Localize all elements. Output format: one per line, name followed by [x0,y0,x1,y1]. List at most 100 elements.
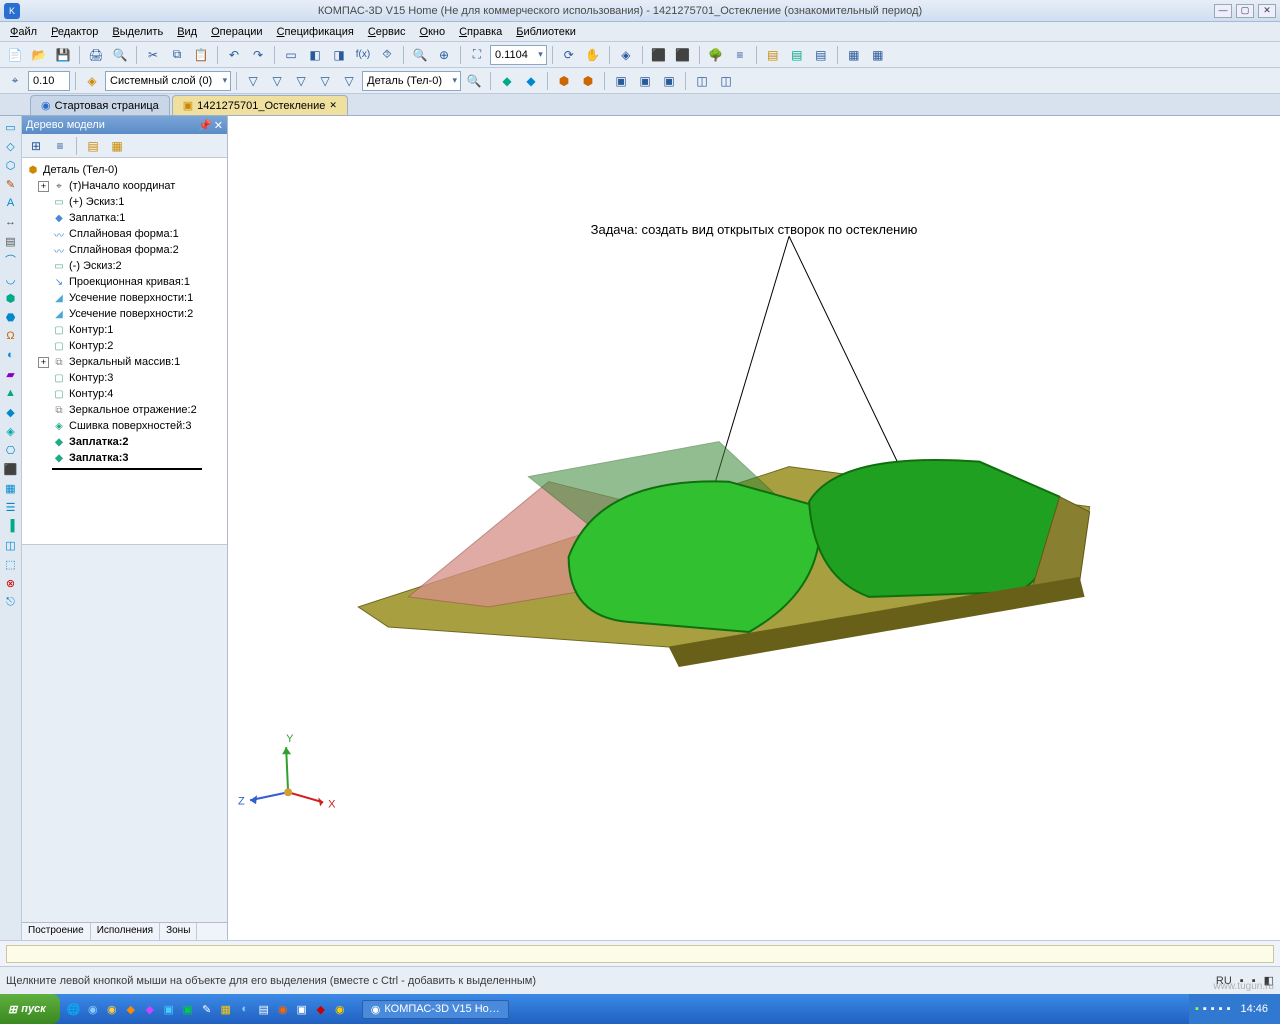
layer-combo[interactable]: Системный слой (0) [105,71,231,91]
ext5-icon[interactable]: ◫ [715,70,737,92]
menu-operations[interactable]: Операции [205,24,268,40]
filter3-icon[interactable]: ▽ [290,70,312,92]
box2-icon[interactable]: ⬛ [672,44,694,66]
menu-spec[interactable]: Спецификация [271,24,360,40]
vtool-12-icon[interactable]: Ω [2,327,20,345]
ql-15-icon[interactable]: ◉ [332,1001,348,1017]
vtool-21-icon[interactable]: ☰ [2,498,20,516]
tree-item[interactable]: ◈Сшивка поверхностей:3 [24,418,225,434]
orient-icon[interactable]: ◈ [615,44,637,66]
model-tree[interactable]: ⬢ Деталь (Тел-0) +⌖(т)Начало координат▭(… [22,158,227,544]
vtool-6-icon[interactable]: ↔ [2,213,20,231]
menu-libraries[interactable]: Библиотеки [510,24,582,40]
search-icon[interactable]: 🔍 [463,70,485,92]
vtool-18-icon[interactable]: ⎔ [2,441,20,459]
part-combo[interactable]: Деталь (Тел-0) [362,71,461,91]
expand-icon[interactable]: + [38,357,49,368]
tree-tool1-icon[interactable]: ⊞ [25,135,47,157]
ql-7-icon[interactable]: ▣ [180,1001,196,1017]
tray-3-icon[interactable]: ▪ [1211,1003,1215,1015]
tree-item[interactable]: 〰Сплайновая форма:2 [24,242,225,258]
ql-9-icon[interactable]: ▦ [218,1001,234,1017]
close-panel-icon[interactable]: ✕ [214,119,223,132]
vtool-22-icon[interactable]: ▐ [2,517,20,535]
anchor-icon[interactable]: ⌖ [4,70,26,92]
open-icon[interactable]: 📂 [28,44,50,66]
tab-start-page[interactable]: ◉ Стартовая страница [30,95,170,115]
clock[interactable]: 14:46 [1234,1003,1274,1015]
tree-item[interactable]: ▭(-) Эскиз:2 [24,258,225,274]
tree-item[interactable]: ▢Контур:2 [24,338,225,354]
3d-viewport[interactable]: Задача: создать вид открытых створок по … [228,116,1280,940]
vtool-25-icon[interactable]: ⊗ [2,574,20,592]
ql-6-icon[interactable]: ▣ [161,1001,177,1017]
vtool-7-icon[interactable]: ▤ [2,232,20,250]
vtool-8-icon[interactable]: ⌒ [2,251,20,269]
paste-icon[interactable]: 📋 [190,44,212,66]
vtool-26-icon[interactable]: ⎋ [2,593,20,611]
tree-tool3-icon[interactable]: ▤ [82,135,104,157]
tool-a-icon[interactable]: ◧ [304,44,326,66]
window2-icon[interactable]: ▦ [867,44,889,66]
filter2-icon[interactable]: ▽ [266,70,288,92]
box-icon[interactable]: ⬛ [648,44,670,66]
tool-b-icon[interactable]: ◨ [328,44,350,66]
tree-item[interactable]: ▢Контур:1 [24,322,225,338]
filter1-icon[interactable]: ▽ [242,70,264,92]
ql-13-icon[interactable]: ▣ [294,1001,310,1017]
tree-item[interactable]: ⧉Зеркальное отражение:2 [24,402,225,418]
cube2-icon[interactable]: ⬢ [577,70,599,92]
tree-tab-build[interactable]: Построение [22,923,91,940]
help-cursor-icon[interactable]: ⯑ [376,44,398,66]
rotate-icon[interactable]: ⟳ [558,44,580,66]
ql-1-icon[interactable]: 🌐 [66,1001,82,1017]
ext2-icon[interactable]: ▣ [634,70,656,92]
tree-item[interactable]: ◆Заплатка:1 [24,210,225,226]
filter4-icon[interactable]: ▽ [314,70,336,92]
tree-tab-zones[interactable]: Зоны [160,923,197,940]
vtool-19-icon[interactable]: ⬛ [2,460,20,478]
tree-item[interactable]: ▢Контур:3 [24,370,225,386]
vtool-2-icon[interactable]: ◇ [2,137,20,155]
ql-12-icon[interactable]: ◉ [275,1001,291,1017]
ql-2-icon[interactable]: ◉ [85,1001,101,1017]
zoom-fit-icon[interactable]: ⛶ [466,44,488,66]
ql-10-icon[interactable]: ◐ [237,1001,253,1017]
tray-5-icon[interactable]: ▪ [1227,1003,1231,1015]
redo-icon[interactable]: ↷ [247,44,269,66]
pan-icon[interactable]: ✋ [582,44,604,66]
ql-3-icon[interactable]: ◉ [104,1001,120,1017]
zoom-in-icon[interactable]: ⊕ [433,44,455,66]
vtool-13-icon[interactable]: ◐ [2,346,20,364]
tray-2-icon[interactable]: ▪ [1203,1003,1207,1015]
surface1-icon[interactable]: ◆ [496,70,518,92]
minimize-button[interactable]: — [1214,4,1232,18]
tab-close-icon[interactable]: ✕ [329,100,337,111]
tree-tool2-icon[interactable]: ≡ [49,135,71,157]
scale-input[interactable]: 0.10 [28,71,70,91]
tree-item[interactable]: ▭(+) Эскиз:1 [24,194,225,210]
ext1-icon[interactable]: ▣ [610,70,632,92]
cut-icon[interactable]: ✂ [142,44,164,66]
cube1-icon[interactable]: ⬢ [553,70,575,92]
vtool-11-icon[interactable]: ⬣ [2,308,20,326]
tree-item[interactable]: +⧉Зеркальный массив:1 [24,354,225,370]
layers-icon[interactable]: ≡ [729,44,751,66]
save-icon[interactable]: 💾 [52,44,74,66]
vtool-15-icon[interactable]: ▲ [2,384,20,402]
tree-item[interactable]: ◆Заплатка:2 [24,434,225,450]
tree-root[interactable]: ⬢ Деталь (Тел-0) [24,162,225,178]
vtool-5-icon[interactable]: A [2,194,20,212]
vtool-16-icon[interactable]: ◆ [2,403,20,421]
ql-4-icon[interactable]: ◆ [123,1001,139,1017]
filter5-icon[interactable]: ▽ [338,70,360,92]
zoom-combo[interactable]: 0.1104 [490,45,547,65]
window1-icon[interactable]: ▦ [843,44,865,66]
doc1-icon[interactable]: ▤ [762,44,784,66]
tree-item[interactable]: ◆Заплатка:3 [24,450,225,466]
vtool-9-icon[interactable]: ◡ [2,270,20,288]
preview-icon[interactable]: 🔍 [109,44,131,66]
tree-item[interactable]: ◢Усечение поверхности:1 [24,290,225,306]
ql-8-icon[interactable]: ✎ [199,1001,215,1017]
tree-tab-exec[interactable]: Исполнения [91,923,160,940]
